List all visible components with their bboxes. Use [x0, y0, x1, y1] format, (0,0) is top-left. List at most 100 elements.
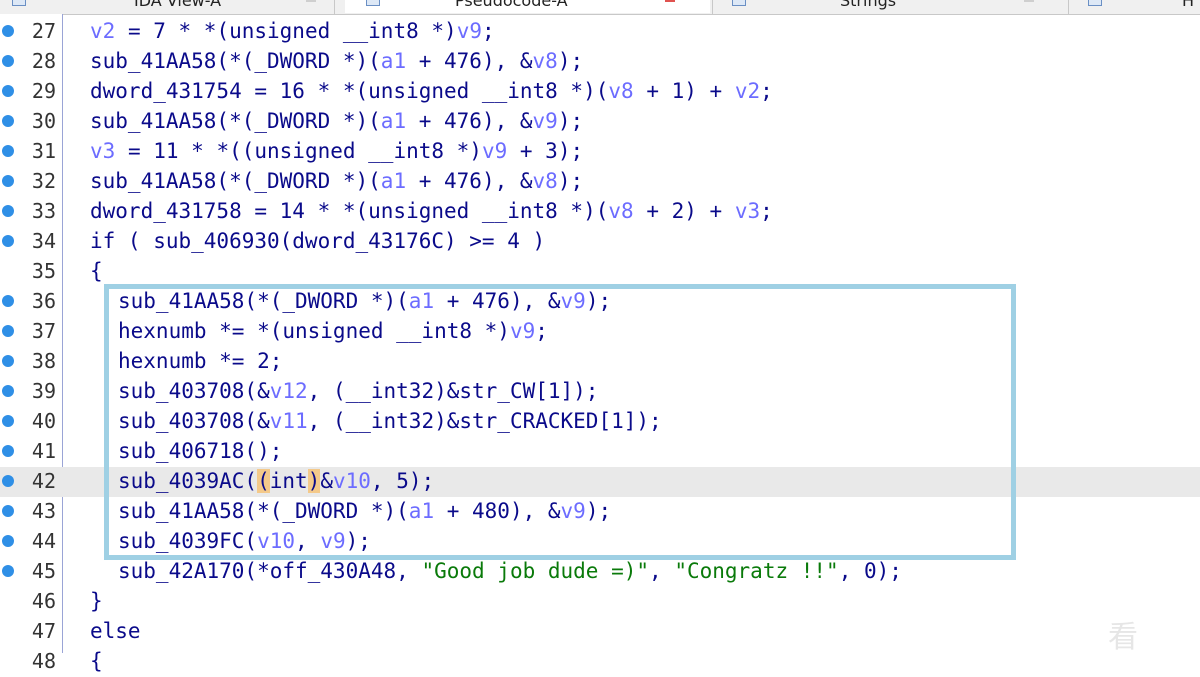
code-token: ,: [649, 559, 675, 583]
code-token: hexnumb *= *(unsigned __int8 *): [118, 319, 510, 343]
code-token: = 7 * *(: [115, 19, 230, 43]
code-token: ;: [481, 19, 495, 43]
breakpoint-dot-icon[interactable]: [2, 355, 14, 367]
breakpoint-dot-icon[interactable]: [2, 145, 14, 157]
code-line[interactable]: 38 hexnumb *= 2;: [0, 347, 1200, 377]
code-token: );: [585, 289, 612, 313]
tab-pseudocode-a[interactable]: Pseudocode-A: [345, 0, 710, 13]
breakpoint-dot-icon[interactable]: [2, 475, 14, 487]
line-number: 44: [31, 529, 56, 553]
code-line[interactable]: 41 sub_406718();: [0, 437, 1200, 467]
breakpoint-dot-icon[interactable]: [2, 415, 14, 427]
code-line[interactable]: 27 v2 = 7 * *(unsigned __int8 *)v9;: [0, 17, 1200, 47]
code-line[interactable]: 37 hexnumb *= *(unsigned __int8 *)v9;: [0, 317, 1200, 347]
code-line[interactable]: 48{: [0, 647, 1200, 677]
pseudocode-icon: [366, 0, 380, 6]
code-line[interactable]: 47 else: [0, 617, 1200, 647]
code-line[interactable]: 29 dword_431754 = 16 * *(unsigned __int8 …: [0, 77, 1200, 107]
breakpoint-dot-icon[interactable]: [2, 295, 14, 307]
code-line[interactable]: 35 {: [0, 257, 1200, 287]
code-text: sub_41AA58(*(_DWORD *)(a1 + 476), &v9);: [90, 109, 583, 133]
code-token: + 2) +: [633, 199, 735, 223]
matched-paren: (: [257, 469, 270, 493]
code-line[interactable]: 34 if ( sub_406930(dword_43176C) >= 4 ): [0, 227, 1200, 257]
code-line[interactable]: 46}: [0, 587, 1200, 617]
variable-token: v3: [90, 139, 116, 163]
code-token: + 476), &: [406, 109, 533, 133]
line-number: 34: [31, 229, 56, 253]
breakpoint-dot-icon[interactable]: [2, 565, 14, 577]
close-icon[interactable]: [665, 0, 675, 2]
code-token: sub_403708(&: [118, 409, 270, 433]
breakpoint-dot-icon[interactable]: [2, 25, 14, 37]
code-line[interactable]: 36 sub_41AA58(*(_DWORD *)(a1 + 476), &v9)…: [0, 287, 1200, 317]
variable-token: v9: [560, 289, 586, 313]
breakpoint-dot-icon[interactable]: [2, 235, 14, 247]
code-token: sub_41AA58(*(_DWORD *)(: [90, 49, 381, 73]
variable-token: v11: [269, 409, 308, 433]
code-line[interactable]: 28 sub_41AA58(*(_DWORD *)(a1 + 476), &v8)…: [0, 47, 1200, 77]
breakpoint-dot-icon[interactable]: [2, 85, 14, 97]
tab-label: Strings: [840, 0, 897, 10]
breakpoint-dot-icon[interactable]: [2, 325, 14, 337]
breakpoint-dot-icon[interactable]: [2, 385, 14, 397]
variable-token: v8: [608, 199, 634, 223]
tab-ida-view-a[interactable]: IDA View-A: [0, 0, 330, 13]
code-token: int: [269, 469, 308, 493]
variable-token: v10: [332, 469, 371, 493]
tab-divider: [712, 0, 713, 14]
variable-token: v10: [257, 529, 296, 553]
line-number: 38: [31, 349, 56, 373]
close-icon[interactable]: [1024, 0, 1034, 2]
code-text: sub_42A170(*off_430A48, "Good job dude =…: [118, 559, 902, 583]
code-text: sub_403708(&v12, (__int32)&str_CW[1]);: [118, 379, 598, 403]
line-number: 33: [31, 199, 56, 223]
code-token: sub_4039FC(: [118, 529, 258, 553]
variable-token: v8: [608, 79, 634, 103]
line-number: 27: [31, 19, 56, 43]
breakpoint-dot-icon[interactable]: [2, 505, 14, 517]
code-text: hexnumb *= *(unsigned __int8 *)v9;: [118, 319, 548, 343]
code-text: sub_403708(&v11, (__int32)&str_CRACKED[1…: [118, 409, 662, 433]
code-token: else: [90, 619, 141, 643]
code-line[interactable]: 31 v3 = 11 * *((unsigned __int8 *)v9 + 3)…: [0, 137, 1200, 167]
code-line[interactable]: 33 dword_431758 = 14 * *(unsigned __int8 …: [0, 197, 1200, 227]
breakpoint-dot-icon[interactable]: [2, 445, 14, 457]
tab-label: IDA View-A: [134, 0, 222, 10]
code-line[interactable]: 30 sub_41AA58(*(_DWORD *)(a1 + 476), &v9)…: [0, 107, 1200, 137]
code-line[interactable]: 32 sub_41AA58(*(_DWORD *)(a1 + 476), &v8)…: [0, 167, 1200, 197]
breakpoint-dot-icon[interactable]: [2, 205, 14, 217]
code-line[interactable]: 45 sub_42A170(*off_430A48, "Good job dude…: [0, 557, 1200, 587]
breakpoint-dot-icon[interactable]: [2, 175, 14, 187]
code-text: sub_4039FC(v10, v9);: [118, 529, 371, 553]
code-token: + 476), &: [406, 49, 533, 73]
variable-token: v9: [560, 499, 586, 523]
code-line[interactable]: 40 sub_403708(&v11, (__int32)&str_CRACKED…: [0, 407, 1200, 437]
tab-h[interactable]: H: [1070, 0, 1200, 13]
string-literal: "Good job dude =)": [421, 559, 650, 583]
tab-strings[interactable]: Strings: [714, 0, 1064, 13]
breakpoint-dot-icon[interactable]: [2, 535, 14, 547]
line-number: 30: [31, 109, 56, 133]
line-number: 36: [31, 289, 56, 313]
code-text: hexnumb *= 2;: [118, 349, 282, 373]
line-number: 29: [31, 79, 56, 103]
code-token: &: [320, 469, 333, 493]
code-token: = 11 * *((unsigned __int8 *): [115, 139, 482, 163]
line-number: 37: [31, 319, 56, 343]
code-token: sub_403708(&: [118, 379, 270, 403]
line-number: 32: [31, 169, 56, 193]
code-text: sub_41AA58(*(_DWORD *)(a1 + 476), &v9);: [118, 289, 611, 313]
code-line[interactable]: 43 sub_41AA58(*(_DWORD *)(a1 + 480), &v9)…: [0, 497, 1200, 527]
breakpoint-dot-icon[interactable]: [2, 55, 14, 67]
code-line[interactable]: 39 sub_403708(&v12, (__int32)&str_CW[1]);: [0, 377, 1200, 407]
code-line[interactable]: 42 sub_4039AC((int)&v10, 5);: [0, 467, 1200, 497]
code-text: sub_406718();: [118, 439, 282, 463]
code-token: sub_41AA58(*(_DWORD *)(: [118, 289, 409, 313]
close-icon[interactable]: [306, 0, 316, 2]
code-text: sub_41AA58(*(_DWORD *)(a1 + 476), &v8);: [90, 169, 583, 193]
variable-token: a1: [408, 289, 435, 313]
code-line[interactable]: 44 sub_4039FC(v10, v9);: [0, 527, 1200, 557]
breakpoint-dot-icon[interactable]: [2, 115, 14, 127]
code-token: ,: [295, 529, 321, 553]
